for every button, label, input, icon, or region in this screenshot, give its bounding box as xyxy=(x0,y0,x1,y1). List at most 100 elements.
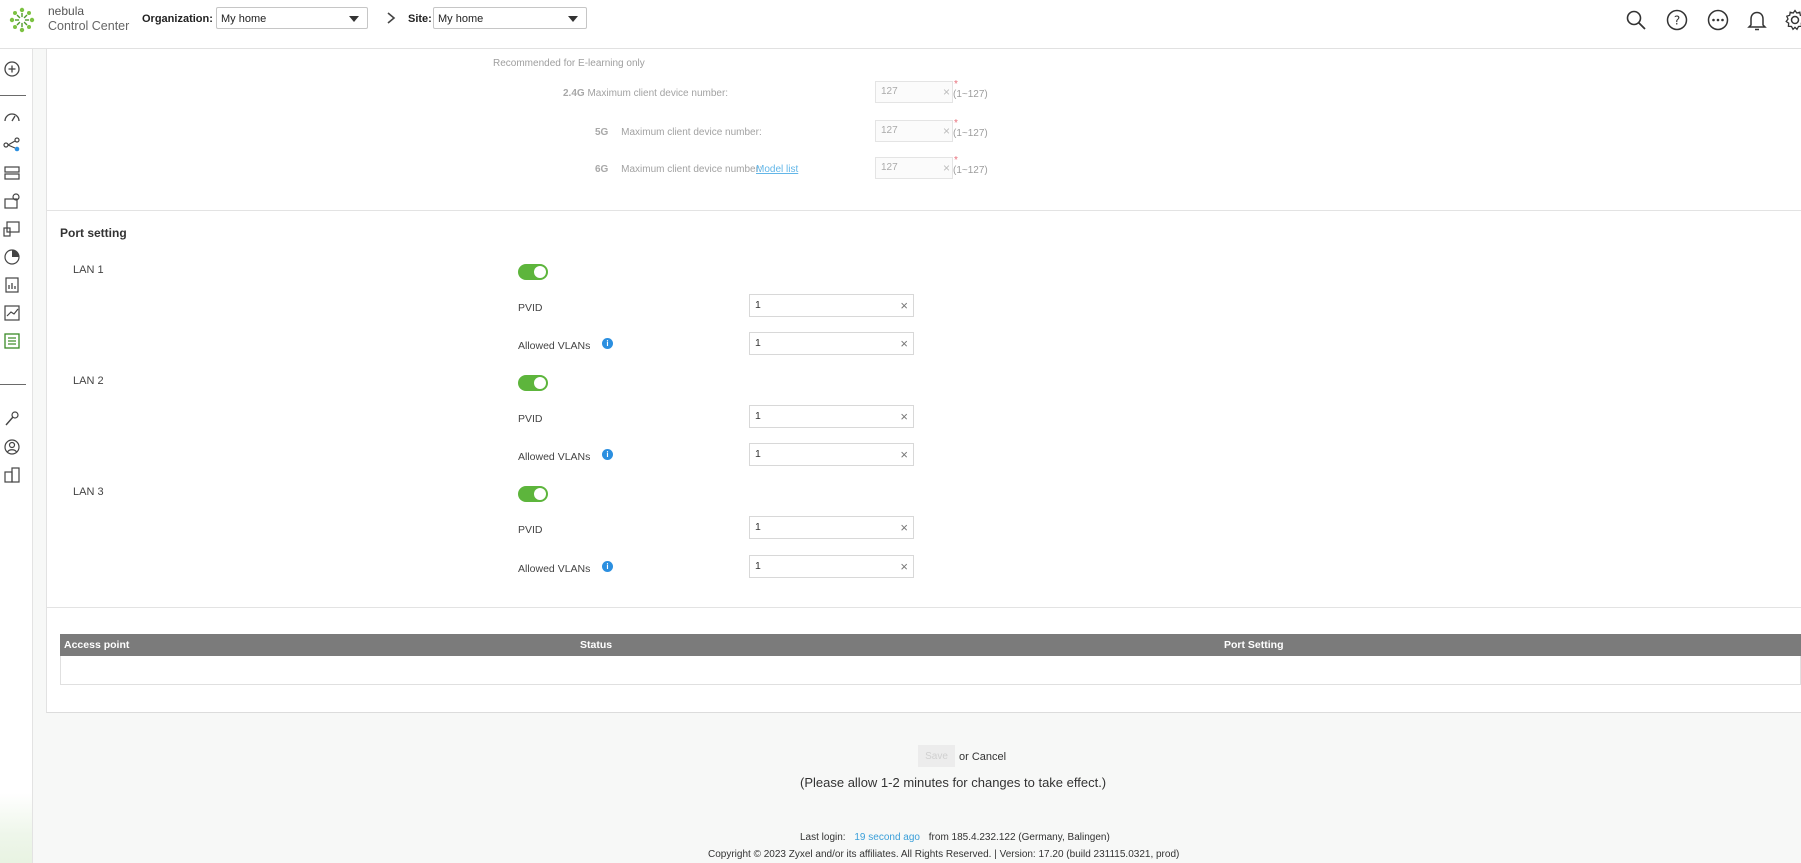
range-hint: (1~127) xyxy=(953,128,988,139)
max-clients-2-4g-input[interactable]: 127 × xyxy=(875,81,953,103)
organization-icon[interactable] xyxy=(3,466,21,484)
column-access-point[interactable]: Access point xyxy=(64,639,129,651)
access-point-table-header: Access point Status Port Setting xyxy=(60,634,1801,656)
access-point-icon[interactable] xyxy=(3,192,21,210)
column-port-setting[interactable]: Port Setting xyxy=(1224,639,1284,651)
pvid-value: 1 xyxy=(755,410,761,422)
sidebar-decoration xyxy=(0,793,32,863)
cancel-link[interactable]: or Cancel xyxy=(959,751,1006,763)
clear-icon[interactable]: × xyxy=(943,82,950,102)
lan1-vlans-input[interactable]: 1 × xyxy=(749,332,914,355)
chevron-down-icon xyxy=(568,16,578,22)
report-icon[interactable] xyxy=(3,276,21,294)
lan1-pvid-label: PVID xyxy=(518,302,543,314)
devices-icon[interactable] xyxy=(3,164,21,182)
max-clients-value: 127 xyxy=(881,162,898,173)
model-list-link[interactable]: Model list xyxy=(756,164,798,175)
apply-notice: (Please allow 1-2 minutes for changes to… xyxy=(800,775,1107,790)
clear-icon[interactable]: × xyxy=(900,295,908,316)
clear-icon[interactable]: × xyxy=(943,158,950,178)
clients-icon[interactable] xyxy=(3,220,21,238)
more-icon[interactable] xyxy=(1706,8,1730,32)
lan3-vlans-label: Allowed VLANs xyxy=(518,563,591,575)
lan3-toggle[interactable] xyxy=(518,486,548,502)
lan2-label: LAN 2 xyxy=(73,375,104,387)
search-icon[interactable] xyxy=(1624,8,1648,32)
last-login-from: from 185.4.232.122 (Germany, Balingen) xyxy=(928,832,1110,843)
lan3-pvid-label: PVID xyxy=(518,524,543,536)
range-hint: (1~127) xyxy=(953,165,988,176)
top-header: nebula Control Center Organization: My h… xyxy=(0,0,1801,49)
clear-icon[interactable]: × xyxy=(900,517,908,538)
toggle-knob xyxy=(534,377,546,389)
lan2-pvid-input[interactable]: 1 × xyxy=(749,405,914,428)
clear-icon[interactable]: × xyxy=(900,406,908,427)
analytics-icon[interactable] xyxy=(3,304,21,322)
svg-text:?: ? xyxy=(1674,14,1680,28)
last-login-prefix: Last login: xyxy=(800,832,846,843)
organization-value: My home xyxy=(221,13,267,25)
dashboard-icon[interactable] xyxy=(3,108,21,126)
brand-line2: Control Center xyxy=(48,19,130,33)
configure-icon[interactable] xyxy=(3,332,21,350)
limit-row-6g: 6G Maximum client device number: xyxy=(595,164,762,175)
column-status[interactable]: Status xyxy=(580,639,612,651)
site-value: My home xyxy=(438,13,484,25)
limit-label: Maximum client device number: xyxy=(621,164,762,175)
chevron-right-icon xyxy=(387,12,396,24)
range-hint: (1~127) xyxy=(953,89,988,100)
lan2-toggle[interactable] xyxy=(518,375,548,391)
nebula-logo-icon[interactable] xyxy=(8,6,36,34)
section-divider xyxy=(47,210,1801,211)
lan1-toggle[interactable] xyxy=(518,264,548,280)
sidebar-divider xyxy=(0,384,26,385)
monitor-pie-icon[interactable] xyxy=(3,248,21,266)
clear-icon[interactable]: × xyxy=(900,444,908,465)
limit-row-5g: 5G Maximum client device number: xyxy=(595,127,762,138)
lan1-vlans-label: Allowed VLANs xyxy=(518,340,591,352)
main-panel xyxy=(46,49,1801,713)
info-icon[interactable]: i xyxy=(602,338,613,349)
clear-icon[interactable]: × xyxy=(900,556,908,577)
vlans-value: 1 xyxy=(755,560,761,572)
lan3-pvid-input[interactable]: 1 × xyxy=(749,516,914,539)
clear-icon[interactable]: × xyxy=(900,333,908,354)
max-clients-6g-input[interactable]: 127 × xyxy=(875,157,953,179)
last-login: Last login: 19 second ago from 185.4.232… xyxy=(800,832,1110,843)
site-label: Site: xyxy=(408,13,432,25)
lan2-vlans-label: Allowed VLANs xyxy=(518,451,591,463)
max-clients-value: 127 xyxy=(881,86,898,97)
lan3-vlans-input[interactable]: 1 × xyxy=(749,555,914,578)
band-label: 6G xyxy=(595,164,609,175)
bell-icon[interactable] xyxy=(1745,8,1769,32)
last-login-ago[interactable]: 19 second ago xyxy=(854,832,920,843)
lan1-pvid-input[interactable]: 1 × xyxy=(749,294,914,317)
add-site-icon[interactable] xyxy=(3,60,21,78)
port-setting-title: Port setting xyxy=(60,226,127,240)
access-point-table-body xyxy=(60,656,1801,685)
save-button[interactable]: Save xyxy=(918,745,955,767)
info-icon[interactable]: i xyxy=(602,449,613,460)
max-clients-value: 127 xyxy=(881,125,898,136)
lan2-vlans-input[interactable]: 1 × xyxy=(749,443,914,466)
clear-icon[interactable]: × xyxy=(943,121,950,141)
vlans-value: 1 xyxy=(755,337,761,349)
support-icon[interactable] xyxy=(3,438,21,456)
vlans-value: 1 xyxy=(755,448,761,460)
help-icon[interactable]: ? xyxy=(1665,8,1689,32)
brand-line1: nebula xyxy=(48,4,85,18)
info-icon[interactable]: i xyxy=(602,561,613,572)
pvid-value: 1 xyxy=(755,521,761,533)
limit-label: Maximum client device number: xyxy=(621,127,762,138)
sidebar-divider xyxy=(0,95,26,96)
organization-select[interactable]: My home xyxy=(216,7,368,29)
topology-icon[interactable] xyxy=(3,136,21,154)
max-clients-5g-input[interactable]: 127 × xyxy=(875,120,953,142)
left-sidebar xyxy=(0,49,33,863)
lan1-label: LAN 1 xyxy=(73,264,104,276)
lan3-label: LAN 3 xyxy=(73,486,104,498)
site-tools-icon[interactable] xyxy=(3,410,21,428)
limit-label: Maximum client device number: xyxy=(587,88,729,99)
gear-icon[interactable] xyxy=(1783,8,1801,32)
site-select[interactable]: My home xyxy=(433,7,587,29)
